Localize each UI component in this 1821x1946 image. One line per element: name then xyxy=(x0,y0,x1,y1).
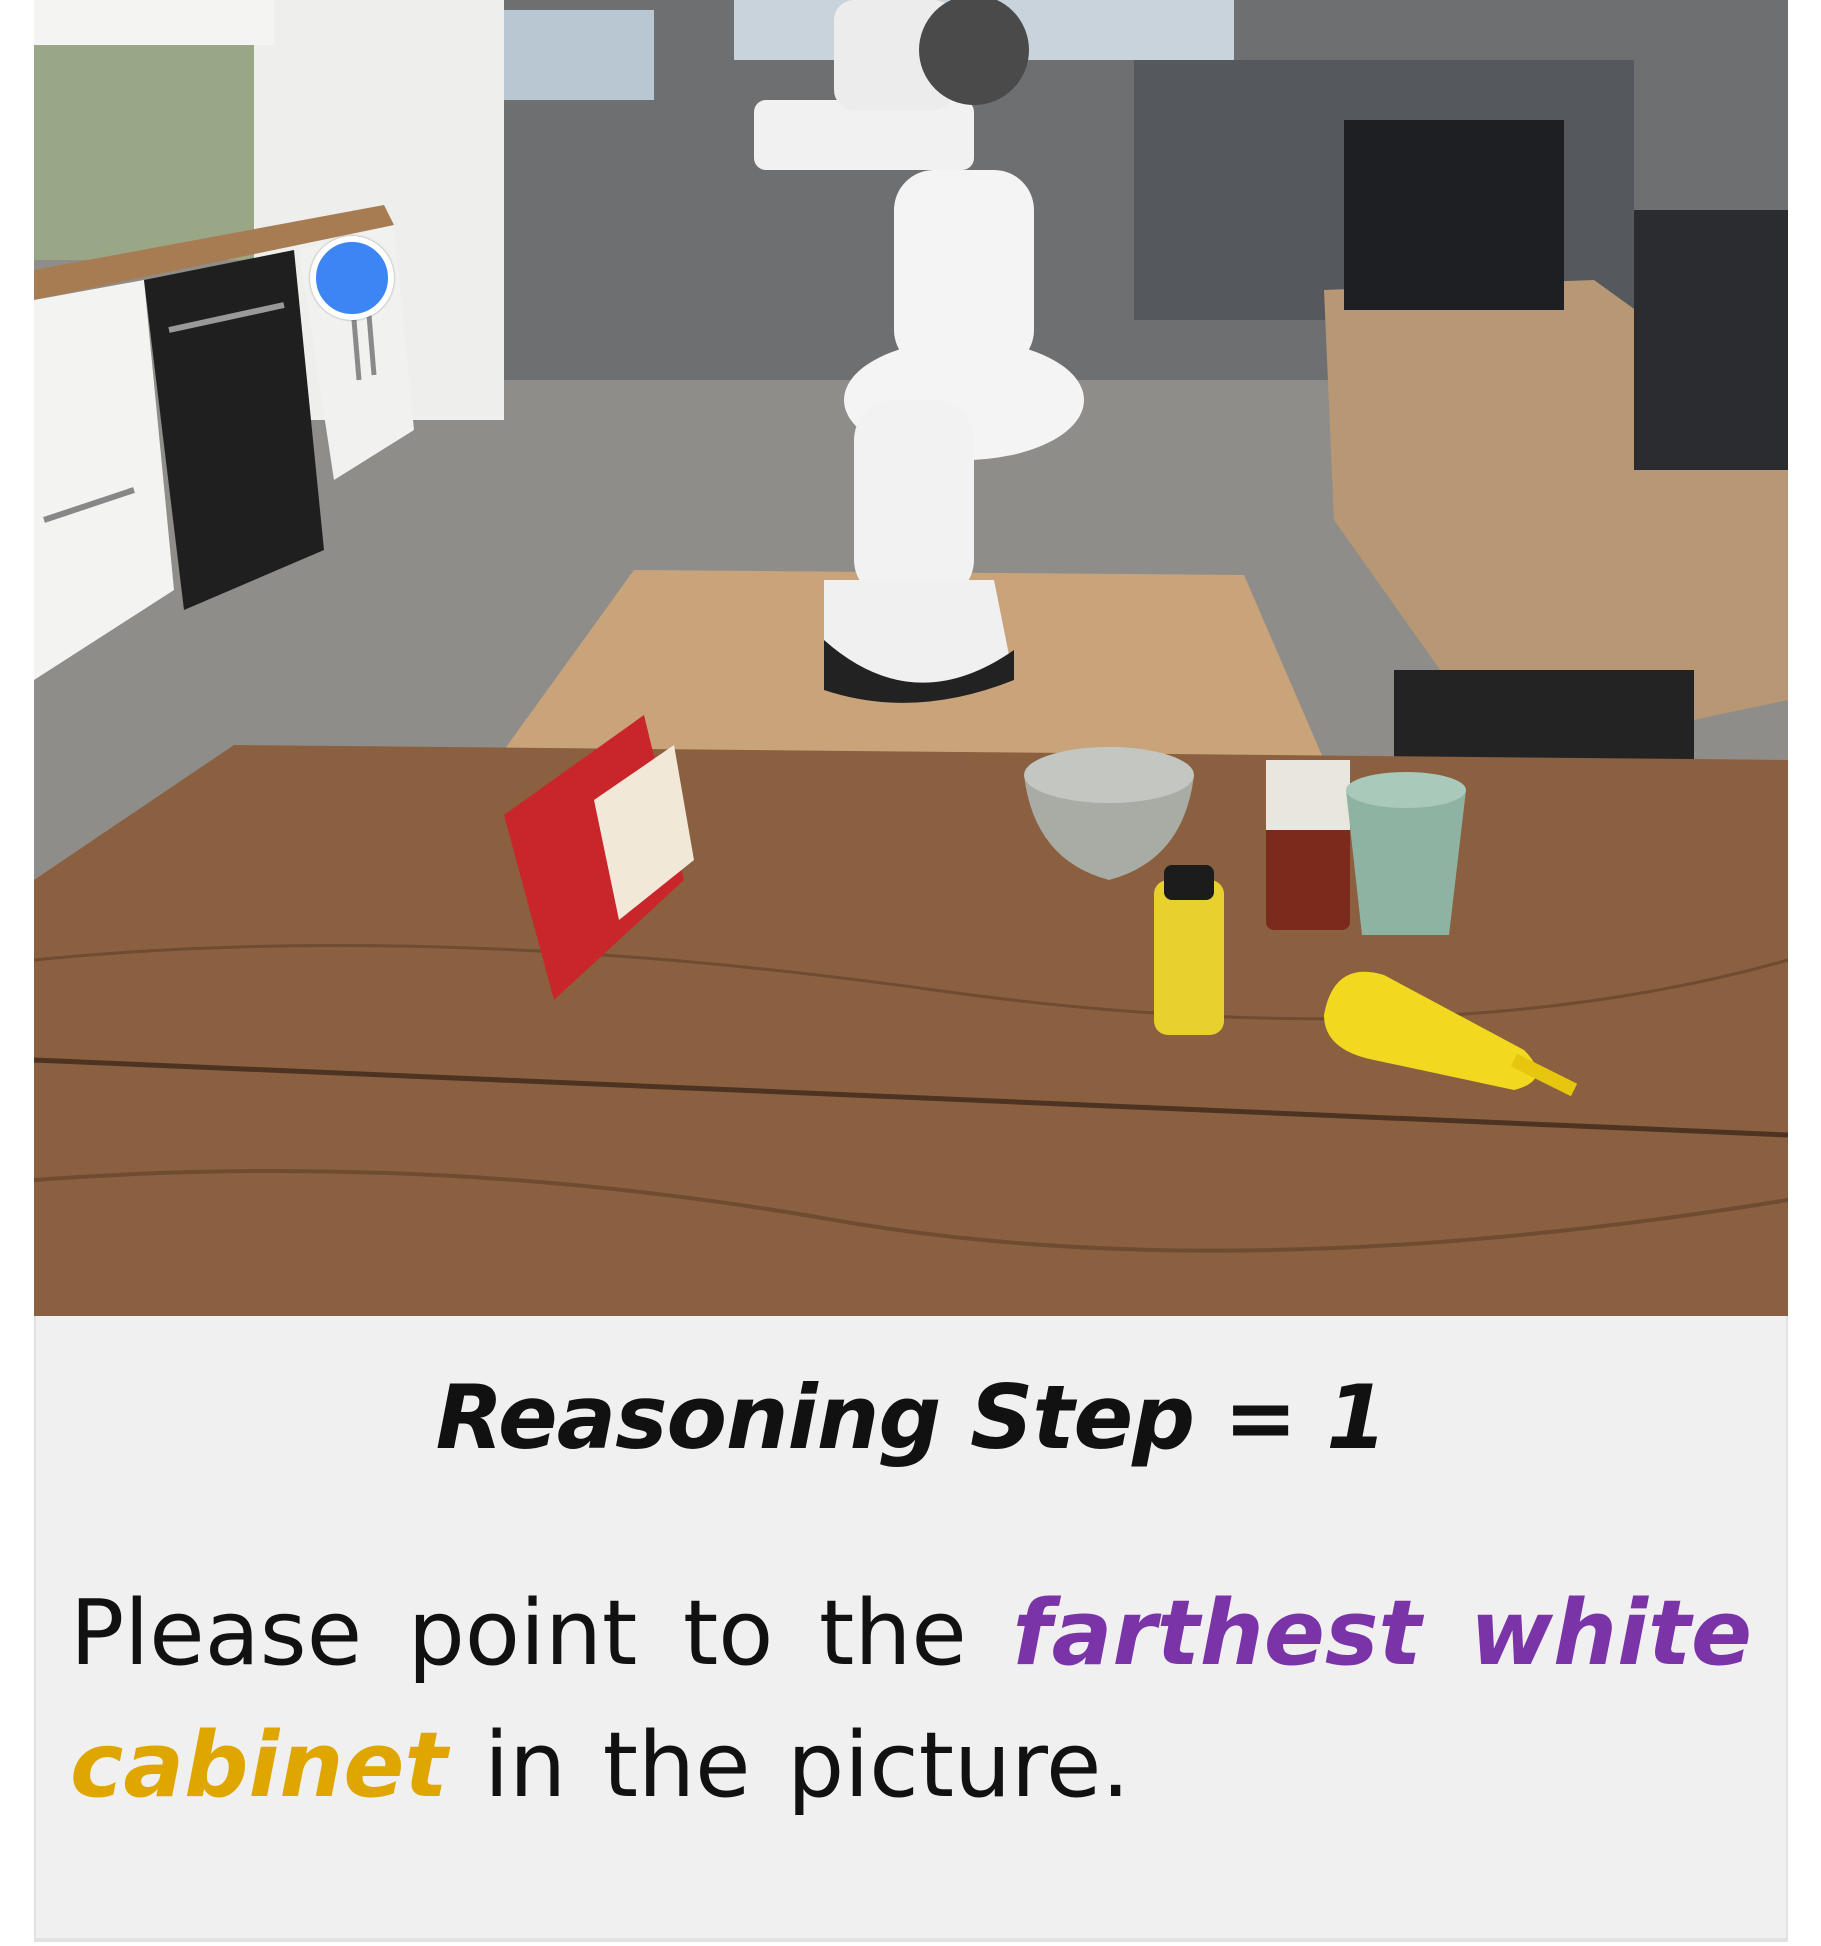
mustard-jar xyxy=(1154,880,1224,1035)
scene-illustration xyxy=(34,0,1788,1316)
monitor-back xyxy=(1344,120,1564,310)
robot-gripper xyxy=(754,100,974,170)
cup xyxy=(1346,790,1466,935)
point-marker xyxy=(310,236,394,320)
caption-panel: Reasoning Step = 1 Please point to the f… xyxy=(34,1316,1788,1942)
monitor-right xyxy=(1634,210,1788,470)
instruction-text: Please point to the farthest white cabin… xyxy=(70,1568,1752,1832)
reasoning-step-title: Reasoning Step = 1 xyxy=(435,1366,1388,1469)
prompt-prefix: Please point to the xyxy=(70,1581,967,1686)
prompt-highlight-purple: farthest white xyxy=(1012,1581,1753,1686)
prompt-suffix: in the picture. xyxy=(484,1713,1131,1818)
scene-photo xyxy=(34,0,1788,1316)
prompt-highlight-gold: cabinet xyxy=(70,1713,448,1818)
